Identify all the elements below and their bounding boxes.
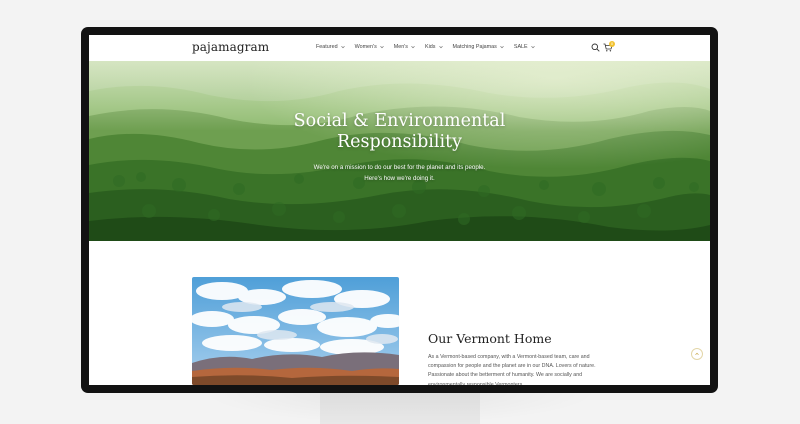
chevron-down-icon (411, 46, 415, 49)
chevron-down-icon (500, 46, 504, 49)
search-icon[interactable] (591, 43, 600, 52)
section-body-text: As a Vermont-based company, with a Vermo… (428, 354, 596, 385)
chevron-down-icon (438, 46, 443, 49)
chevron-up-icon (695, 352, 699, 356)
nav-item-kids[interactable]: Kids (425, 44, 444, 50)
nav-item-featured[interactable]: Featured (316, 44, 346, 50)
scroll-to-top-button[interactable] (691, 348, 703, 360)
hero-title-line: Responsibility (336, 132, 462, 152)
chevron-down-icon (530, 46, 535, 49)
website-screen: pajamagram Featured Women's Men's Kids M… (89, 35, 710, 385)
hero-subtitle-line: We're on a mission to do our best for th… (313, 164, 486, 171)
nav-item-label: Women's (354, 44, 377, 50)
nav-item-womens[interactable]: Women's (355, 44, 385, 50)
nav-item-mens[interactable]: Men's (394, 44, 416, 50)
hero-banner: Social & Environmental Responsibility We… (89, 61, 710, 241)
chevron-down-icon (340, 46, 345, 49)
monitor-stand (320, 390, 480, 424)
site-header: pajamagram Featured Women's Men's Kids M… (89, 35, 710, 61)
main-nav: Featured Women's Men's Kids Matching Paj… (316, 44, 536, 50)
hero-title: Social & Environmental Responsibility (89, 111, 710, 153)
nav-item-label: Kids (425, 44, 436, 50)
nav-item-label: Matching Pajamas (452, 44, 497, 50)
vermont-landscape-image (192, 277, 399, 385)
nav-item-sale[interactable]: SALE (514, 44, 536, 50)
nav-item-matching-pajamas[interactable]: Matching Pajamas (453, 44, 505, 50)
hero-subtitle-line: Here's how we're doing it. (364, 175, 435, 182)
hero-subtitle: We're on a mission to do our best for th… (89, 162, 710, 184)
section-title: Our Vermont Home (428, 331, 552, 346)
nav-item-label: Featured (316, 44, 338, 50)
site-logo[interactable]: pajamagram (192, 40, 269, 54)
hero-title-line: Social & Environmental (293, 111, 506, 131)
nav-item-label: SALE (513, 44, 528, 50)
nav-item-label: Men's (393, 44, 408, 50)
chevron-down-icon (380, 46, 384, 49)
cart-count-badge: 0 (609, 41, 615, 47)
